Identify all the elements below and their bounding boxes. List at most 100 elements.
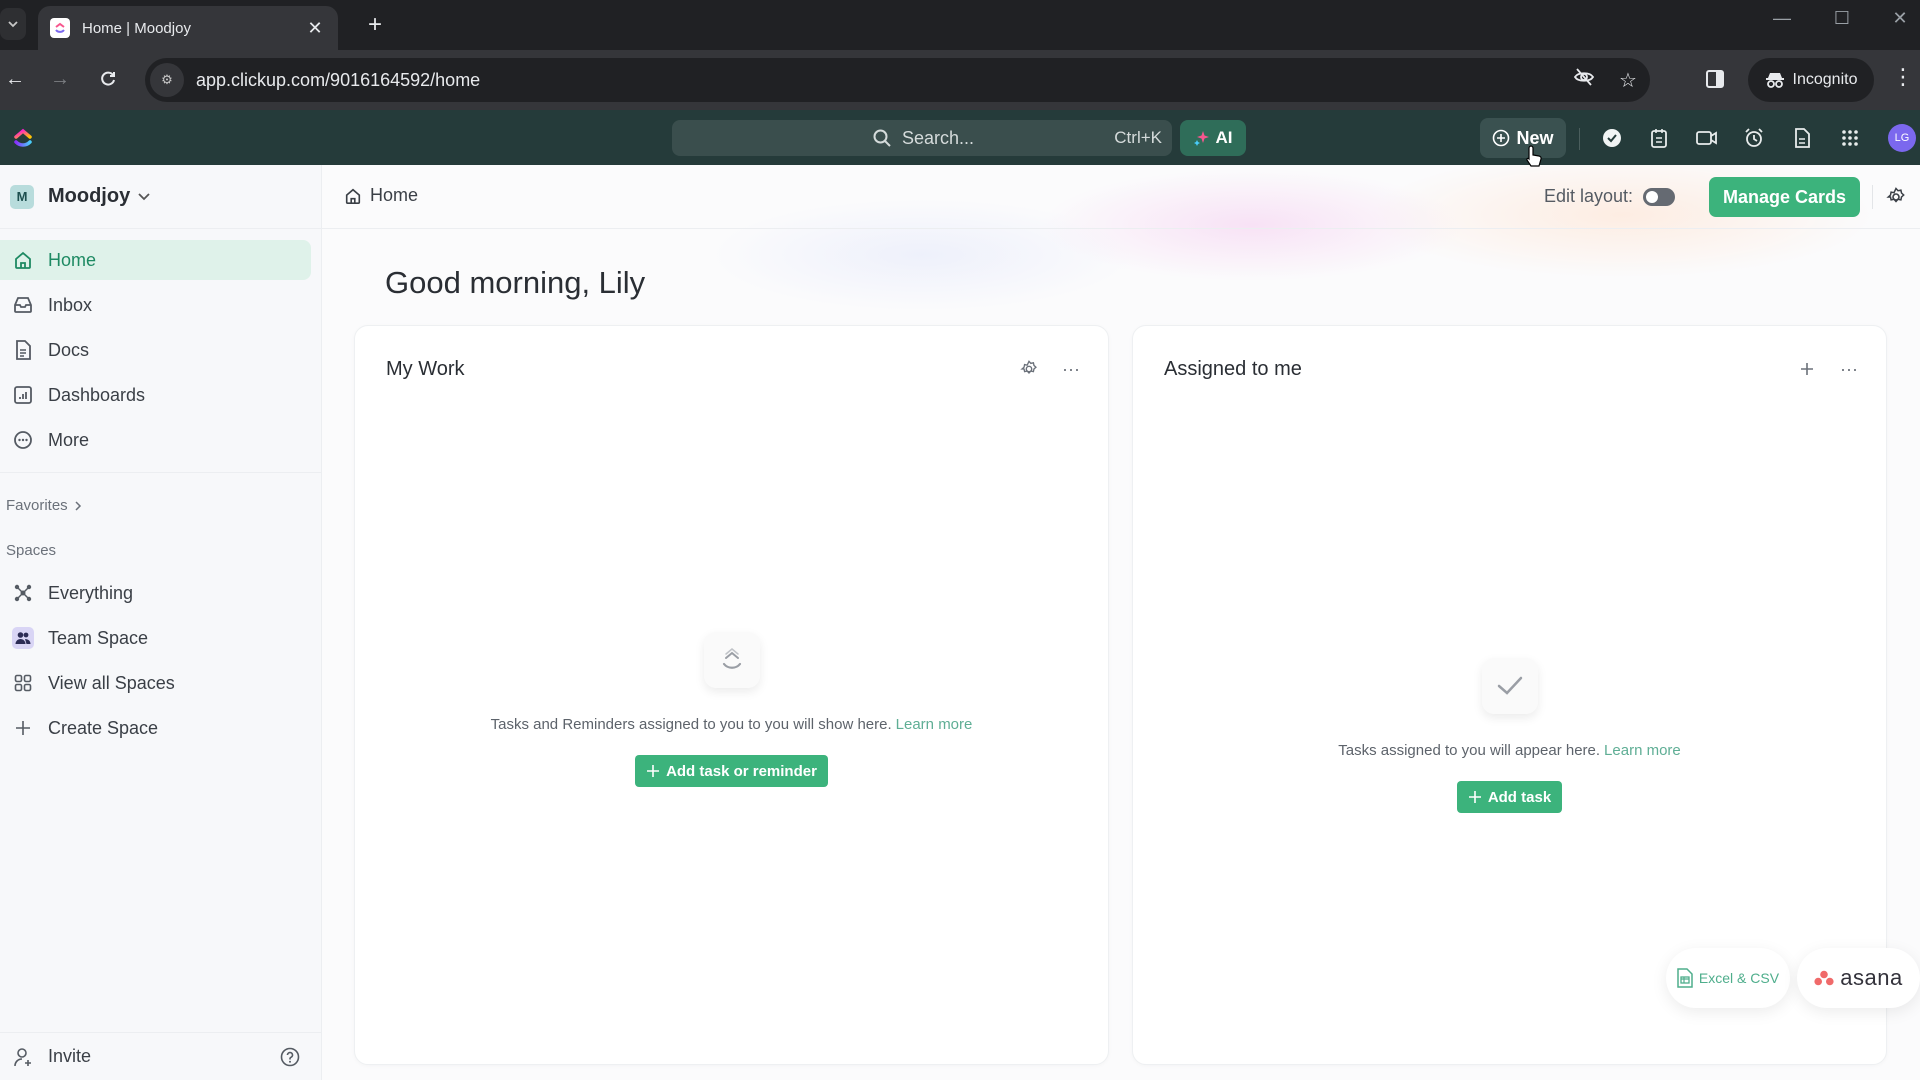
site-info-icon[interactable]: ⚙ xyxy=(150,63,184,97)
ai-button[interactable]: AI xyxy=(1180,120,1246,156)
card-more-options-icon[interactable]: ··· xyxy=(1060,358,1082,380)
search-placeholder: Search... xyxy=(902,127,975,148)
incognito-icon xyxy=(1765,73,1784,88)
plus-icon xyxy=(1468,791,1481,803)
empty-state-text: Tasks and Reminders assigned to you to y… xyxy=(491,716,973,733)
sidebar-item-home[interactable]: Home xyxy=(0,240,311,280)
clickup-logo-icon[interactable] xyxy=(10,125,36,151)
mouse-cursor-icon xyxy=(1526,145,1542,167)
workspace-switcher[interactable]: M Moodjoy xyxy=(0,165,321,229)
learn-more-link[interactable]: Learn more xyxy=(1604,742,1681,759)
main-content: Home Edit layout: Manage Cards Good morn… xyxy=(322,165,1920,1080)
favorites-label: Favorites xyxy=(6,497,68,514)
sidebar-divider xyxy=(0,472,321,473)
sidebar-item-dashboards[interactable]: Dashboards xyxy=(0,375,311,415)
import-excel-csv-button[interactable]: Excel & CSV xyxy=(1666,948,1790,1008)
manage-cards-button[interactable]: Manage Cards xyxy=(1709,177,1860,217)
browser-menu-icon[interactable]: ⋮ xyxy=(1892,64,1914,90)
clickup-empty-icon xyxy=(703,632,760,688)
video-icon[interactable] xyxy=(1693,124,1721,152)
import-asana-button[interactable]: asana xyxy=(1797,948,1920,1008)
address-bar-row: ← → ⚙ app.clickup.com/9016164592/home ☆ … xyxy=(0,50,1920,110)
space-item-everything[interactable]: Everything xyxy=(0,573,321,613)
chevron-down-icon xyxy=(138,189,150,204)
bookmark-star-icon[interactable]: ☆ xyxy=(1606,68,1650,93)
chevron-down-icon xyxy=(8,21,18,28)
space-item-label: Create Space xyxy=(48,717,159,738)
breadcrumb-home: Home xyxy=(370,185,419,205)
incognito-badge[interactable]: Incognito xyxy=(1748,58,1874,102)
search-bar[interactable]: Search... Ctrl+K xyxy=(672,120,1172,156)
ai-sparkle-icon xyxy=(1193,131,1209,146)
check-circle-icon[interactable] xyxy=(1598,124,1626,152)
new-button[interactable]: New xyxy=(1480,118,1566,158)
reload-button[interactable] xyxy=(93,64,123,94)
sidebar-item-label: Inbox xyxy=(48,294,93,315)
space-item-label: View all Spaces xyxy=(48,672,175,693)
edit-layout-toggle[interactable] xyxy=(1643,187,1676,206)
header-divider xyxy=(1872,185,1873,209)
sidebar-nav: Home Inbox Docs Dashboards More xyxy=(0,240,321,465)
new-tab-button[interactable]: + xyxy=(360,10,390,40)
asana-label: asana xyxy=(1840,965,1903,990)
sidebar-item-label: Dashboards xyxy=(48,384,146,405)
search-shortcut: Ctrl+K xyxy=(1114,128,1162,147)
chevron-right-icon xyxy=(75,500,81,511)
alarm-clock-icon[interactable] xyxy=(1740,124,1768,152)
url-text[interactable]: app.clickup.com/9016164592/home xyxy=(196,70,1562,91)
tab-search-button[interactable] xyxy=(0,8,26,40)
breadcrumb[interactable]: Home xyxy=(344,185,418,206)
clickup-favicon-icon xyxy=(50,18,70,38)
incognito-label: Incognito xyxy=(1792,71,1858,88)
greeting-heading: Good morning, Lily xyxy=(385,265,646,300)
maximize-icon[interactable]: ☐ xyxy=(1822,8,1862,29)
reload-icon xyxy=(101,71,115,86)
page-header: Home Edit layout: Manage Cards xyxy=(322,165,1920,229)
add-task-or-reminder-button[interactable]: Add task or reminder xyxy=(635,755,828,787)
learn-more-link[interactable]: Learn more xyxy=(896,716,973,733)
url-bar[interactable]: ⚙ app.clickup.com/9016164592/home ☆ xyxy=(145,58,1650,102)
my-work-empty-state: Tasks and Reminders assigned to you to y… xyxy=(355,632,1108,787)
eye-off-icon[interactable] xyxy=(1562,66,1606,94)
sidebar-item-more[interactable]: More xyxy=(0,420,311,460)
invite-button[interactable]: Invite xyxy=(0,1032,321,1080)
help-icon[interactable] xyxy=(279,1046,301,1068)
spaces-list: Everything Team Space View all Spaces Cr… xyxy=(0,573,321,753)
favorites-section[interactable]: Favorites xyxy=(6,497,82,514)
add-icon[interactable] xyxy=(1796,358,1818,380)
card-settings-gear-icon[interactable] xyxy=(1018,358,1040,380)
browser-tab[interactable]: Home | Moodjoy ✕ xyxy=(38,6,338,50)
add-button-label: Add task xyxy=(1487,788,1552,806)
card-title: My Work xyxy=(386,358,465,380)
settings-gear-icon[interactable] xyxy=(1884,185,1908,209)
side-panel-button[interactable] xyxy=(1700,64,1730,94)
excel-csv-label: Excel & CSV xyxy=(1698,970,1780,986)
space-item-label: Everything xyxy=(48,582,134,603)
forward-button[interactable]: → xyxy=(45,64,75,94)
spreadsheet-icon xyxy=(1677,968,1693,988)
edit-layout-control: Edit layout: xyxy=(1544,186,1676,207)
plus-icon xyxy=(647,765,660,777)
tab-title: Home | Moodjoy xyxy=(82,19,191,37)
space-item-create-space[interactable]: Create Space xyxy=(0,708,321,748)
back-button[interactable]: ← xyxy=(0,64,30,94)
space-item-view-all-spaces[interactable]: View all Spaces xyxy=(0,663,321,703)
sidebar-item-label: Docs xyxy=(48,339,90,360)
sidebar-item-docs[interactable]: Docs xyxy=(0,330,311,370)
apps-grid-icon[interactable] xyxy=(1836,124,1864,152)
close-window-icon[interactable]: ✕ xyxy=(1880,8,1920,29)
card-more-options-icon[interactable]: ··· xyxy=(1838,358,1860,380)
toolbar-divider xyxy=(1579,128,1580,150)
card-actions: ··· xyxy=(1018,358,1082,380)
user-avatar[interactable]: LG xyxy=(1888,124,1916,152)
app-toolbar: Search... Ctrl+K AI New LG xyxy=(0,110,1920,165)
close-tab-icon[interactable]: ✕ xyxy=(304,18,326,39)
home-icon xyxy=(345,188,361,204)
notepad-icon[interactable] xyxy=(1645,124,1673,152)
minimize-icon[interactable]: — xyxy=(1762,8,1802,29)
add-task-button[interactable]: Add task xyxy=(1456,781,1563,813)
sidebar-item-label: More xyxy=(48,429,90,450)
document-icon[interactable] xyxy=(1788,124,1816,152)
space-item-team-space[interactable]: Team Space xyxy=(0,618,321,658)
sidebar-item-inbox[interactable]: Inbox xyxy=(0,285,311,325)
